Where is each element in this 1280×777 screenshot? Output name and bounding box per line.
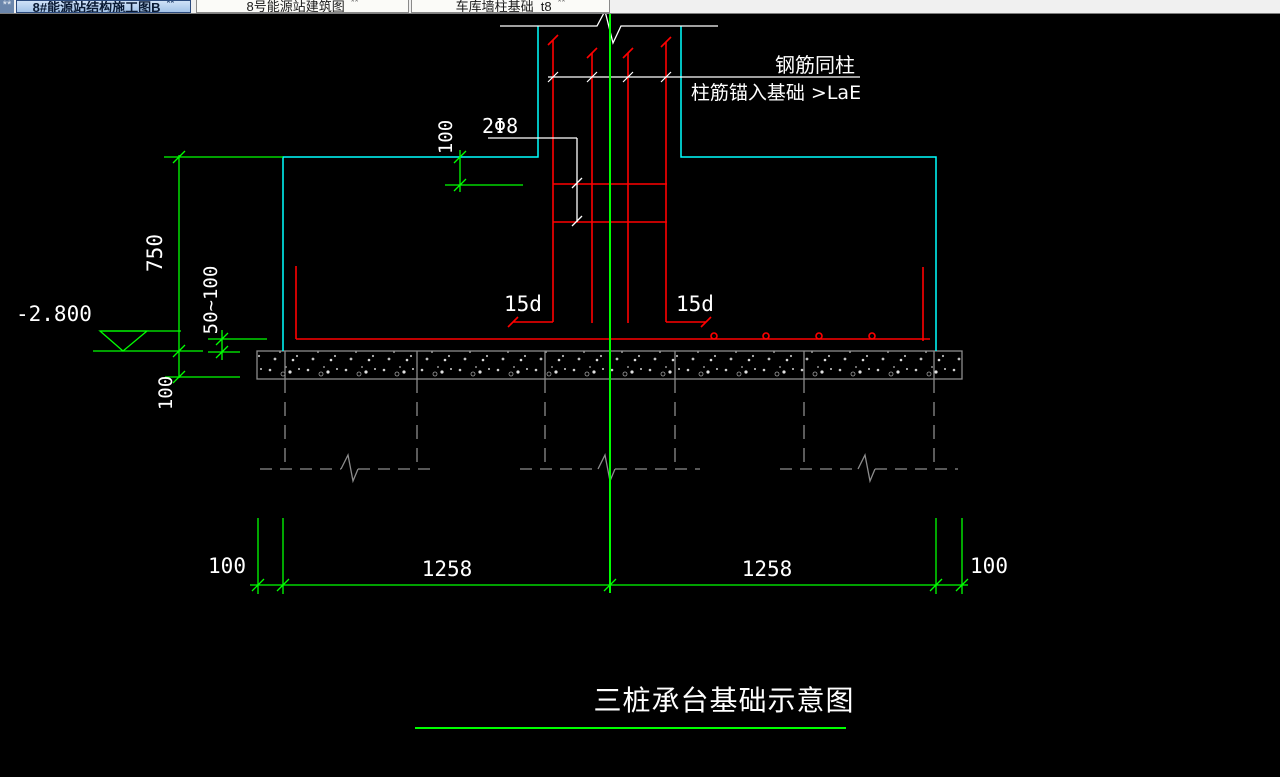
label-level: -2.800 xyxy=(16,302,92,326)
dim-left-span: 1258 xyxy=(422,557,473,581)
tab-scroll-stub[interactable]: ** xyxy=(0,0,14,13)
note-rebar-same-as-column: 钢筋同柱 xyxy=(775,53,855,77)
label-added-bar: 2Φ8 xyxy=(482,114,518,138)
tab-modified-indicator: ** xyxy=(166,0,175,9)
file-tab-bar: ** 8#能源站结构施工图B ** 8号能源站建筑图 ** 车库墙柱基础_t8 … xyxy=(0,0,1280,14)
dim-pile-embed: 50~100 xyxy=(200,266,222,335)
tab-garage-foundation[interactable]: 车库墙柱基础_t8 ** xyxy=(411,0,610,13)
rebar-lines xyxy=(295,34,930,341)
tab-structure-drawing[interactable]: 8#能源站结构施工图B ** xyxy=(16,0,191,13)
dim-left-overhang: 100 xyxy=(208,554,246,578)
dim-top-offset: 100 xyxy=(435,120,457,154)
drawing-title: 三桩承台基础示意图 xyxy=(593,684,854,717)
label-hook-left: 15d xyxy=(504,292,542,316)
dim-cap-height: 750 xyxy=(143,234,167,272)
tab-modified-indicator: ** xyxy=(557,0,566,8)
cad-model-canvas[interactable]: 钢筋同柱 柱筋锚入基础 >LaE 2Φ8 15d 15d -2.800 750 … xyxy=(0,0,1280,777)
cad-application-window: ** 8#能源站结构施工图B ** 8号能源站建筑图 ** 车库墙柱基础_t8 … xyxy=(0,0,1280,777)
tab-architecture-drawing[interactable]: 8号能源站建筑图 ** xyxy=(196,0,409,13)
label-hook-right: 15d xyxy=(676,292,714,316)
drawing-texts: 钢筋同柱 柱筋锚入基础 >LaE 2Φ8 15d 15d -2.800 750 … xyxy=(16,53,1008,717)
tab-label: 车库墙柱基础_t8 xyxy=(455,0,552,13)
tab-modified-indicator: ** xyxy=(350,0,359,8)
dim-right-overhang: 100 xyxy=(970,554,1008,578)
added-bar-leader xyxy=(488,137,583,227)
dim-bedding-thickness: 100 xyxy=(155,376,177,410)
tab-label: 8号能源站建筑图 xyxy=(246,0,345,13)
note-anchor-into-foundation: 柱筋锚入基础 >LaE xyxy=(691,82,861,104)
tab-label: 8#能源站结构施工图B xyxy=(32,0,161,13)
dim-right-span: 1258 xyxy=(742,557,793,581)
